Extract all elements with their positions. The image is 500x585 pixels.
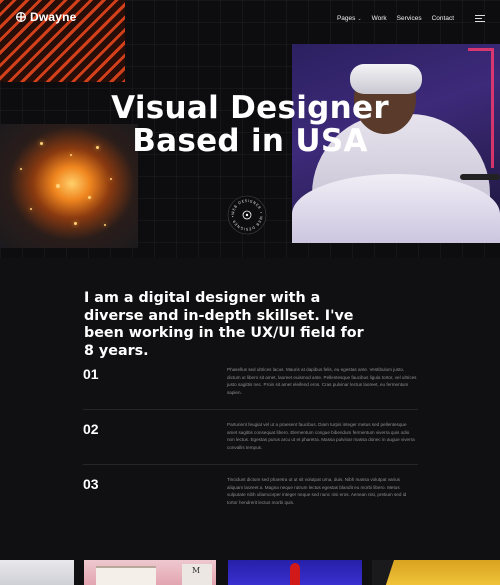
hero-section: Visual Designer Based in USA WEB DESIGNE… (0, 0, 500, 258)
nav-link-contact[interactable]: Contact (432, 15, 454, 22)
feature-item: 02 Parturient feugiat vel ut a praesent … (83, 410, 418, 465)
nav-link-pages-label: Pages (336, 15, 356, 22)
portfolio-gallery: M (0, 560, 500, 585)
feature-item: 01 Phasellus sed ultrices lacus. Mauris … (83, 355, 418, 410)
feature-number: 03 (83, 476, 99, 492)
rotating-badge[interactable]: WEB DESIGNER • WEB DESIGNER • (227, 195, 267, 235)
magazine-letter: M (182, 564, 212, 585)
logo[interactable]: Dwayne (16, 10, 77, 24)
portfolio-thumbnail[interactable] (228, 560, 362, 585)
nav-link-services-label: Services (396, 15, 422, 22)
nav-link-work[interactable]: Work (372, 15, 387, 22)
hero-title-line1: Visual Designer (111, 90, 389, 126)
intro-statement: I am a digital designer with a diverse a… (84, 290, 364, 359)
feature-number: 01 (83, 366, 99, 382)
logo-mark-icon (16, 12, 26, 22)
hero-title: Visual Designer Based in USA (0, 92, 500, 158)
logo-text: Dwayne (30, 10, 77, 24)
portfolio-thumbnail[interactable] (372, 560, 500, 585)
hero-title-line2: Based in USA (132, 123, 368, 159)
nav-link-contact-label: Contact (431, 15, 454, 22)
nav-link-work-label: Work (371, 15, 387, 22)
nav-link-pages[interactable]: Pages ⌄ (337, 15, 362, 22)
feature-number: 02 (83, 421, 99, 437)
top-navigation: Dwayne Pages ⌄ Work Services Contact (0, 0, 500, 36)
nav-link-services[interactable]: Services (397, 15, 422, 22)
nav-links: Pages ⌄ Work Services Contact (337, 15, 454, 22)
chevron-down-icon: ⌄ (357, 15, 362, 22)
hamburger-menu-icon[interactable] (475, 15, 485, 22)
features-list: 01 Phasellus sed ultrices lacus. Mauris … (83, 355, 418, 520)
feature-description: Phasellus sed ultrices lacus. Mauris at … (227, 367, 417, 395)
feature-description: Parturient feugiat vel ut a praesent fau… (227, 422, 415, 450)
feature-item: 03 Tincidunt dictum sed pharetra ut ut s… (83, 465, 418, 520)
portfolio-thumbnail[interactable]: M (84, 560, 216, 585)
feature-description: Tincidunt dictum sed pharetra ut ut sit … (227, 477, 407, 505)
portfolio-thumbnail[interactable] (0, 560, 74, 585)
